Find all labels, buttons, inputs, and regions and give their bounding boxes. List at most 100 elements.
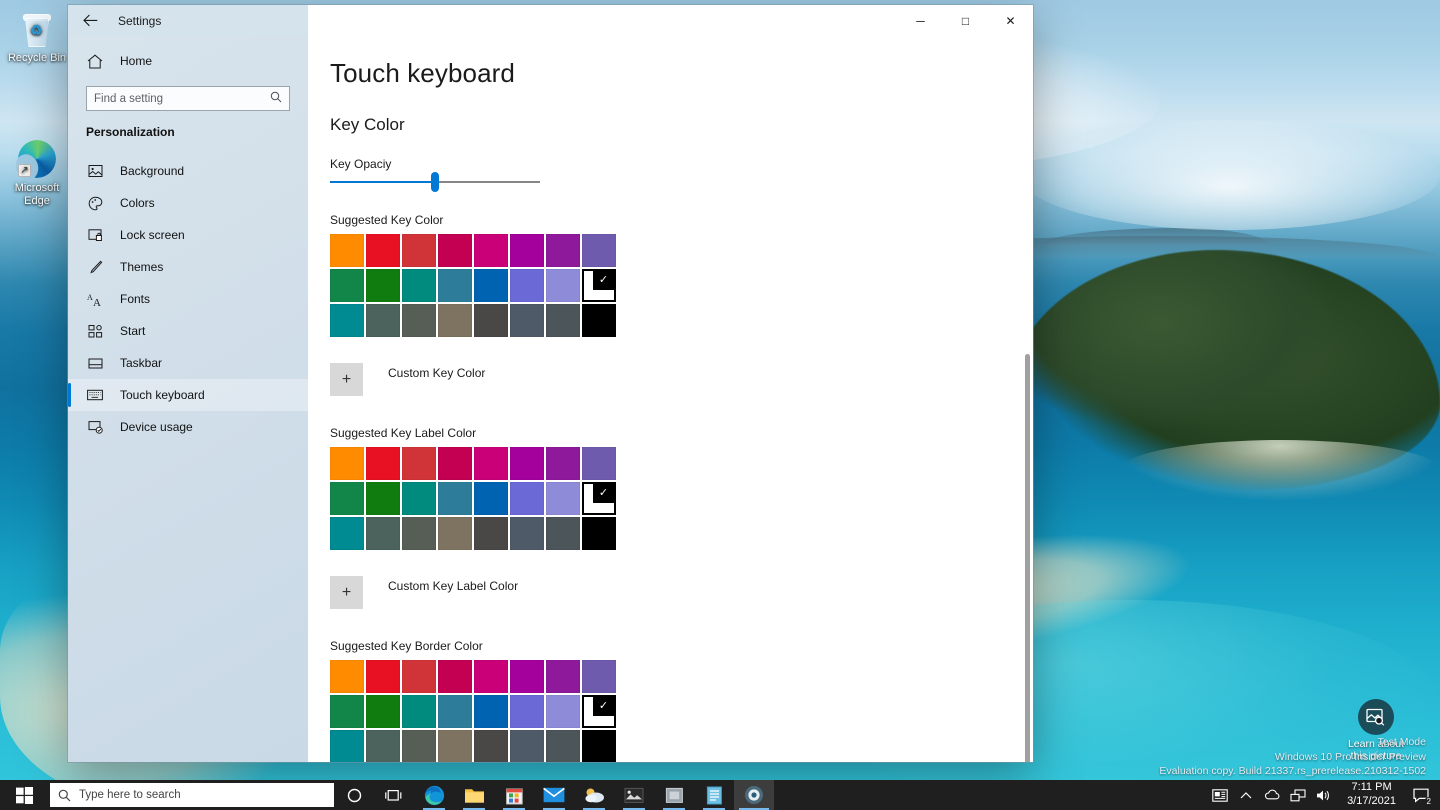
clock[interactable]: 7:11 PM 3/17/2021 (1337, 781, 1406, 809)
color-swatch[interactable] (582, 447, 616, 480)
sidebar-item-touch-keyboard[interactable]: Touch keyboard (68, 379, 308, 411)
color-swatch[interactable] (438, 234, 472, 267)
color-swatch[interactable] (402, 304, 436, 337)
color-swatch[interactable] (546, 660, 580, 693)
sidebar-item-device-usage[interactable]: Device usage (68, 411, 308, 443)
color-swatch[interactable] (474, 269, 508, 302)
color-swatch[interactable] (438, 660, 472, 693)
color-swatch[interactable] (330, 482, 364, 515)
color-swatch[interactable] (366, 304, 400, 337)
desktop-icon-microsoft-edge[interactable]: ↗ Microsoft Edge (0, 140, 74, 208)
color-swatch[interactable] (546, 482, 580, 515)
sidebar-item-home[interactable]: Home (68, 45, 308, 77)
taskbar-app-weather[interactable] (574, 780, 614, 810)
taskbar-app-edge[interactable] (414, 780, 454, 810)
notification-center-button[interactable]: 2 (1406, 780, 1436, 810)
taskbar-app-settings[interactable] (734, 780, 774, 810)
taskbar-app-file-explorer[interactable] (454, 780, 494, 810)
color-swatch[interactable] (402, 269, 436, 302)
color-swatch[interactable] (474, 234, 508, 267)
color-swatch[interactable] (546, 234, 580, 267)
taskbar-app-photos[interactable] (614, 780, 654, 810)
taskbar-app-notepad[interactable] (694, 780, 734, 810)
custom-key-color-button[interactable]: + (330, 363, 363, 396)
color-swatch[interactable] (330, 234, 364, 267)
color-swatch-selected[interactable] (582, 269, 616, 302)
content-scrollbar[interactable] (1020, 36, 1033, 762)
sidebar-item-lock-screen[interactable]: Lock screen (68, 219, 308, 251)
color-swatch[interactable] (402, 447, 436, 480)
taskbar-app-store[interactable] (494, 780, 534, 810)
network-icon[interactable] (1285, 780, 1311, 810)
search-input[interactable] (94, 92, 270, 105)
sidebar-item-taskbar[interactable]: Taskbar (68, 347, 308, 379)
color-swatch[interactable] (510, 269, 544, 302)
color-swatch[interactable] (438, 304, 472, 337)
taskbar-app-mail[interactable] (534, 780, 574, 810)
color-swatch[interactable] (366, 234, 400, 267)
color-swatch[interactable] (546, 695, 580, 728)
color-swatch[interactable] (474, 660, 508, 693)
color-swatch[interactable] (546, 304, 580, 337)
onedrive-icon[interactable] (1259, 780, 1285, 810)
desktop-icon-recycle-bin[interactable]: ♻ Recycle Bin (0, 14, 74, 65)
color-swatch[interactable] (402, 517, 436, 550)
color-swatch[interactable] (582, 304, 616, 337)
color-swatch[interactable] (510, 517, 544, 550)
color-swatch[interactable] (330, 304, 364, 337)
color-swatch[interactable] (402, 234, 436, 267)
taskbar-app-snipping-tool[interactable] (654, 780, 694, 810)
color-swatch[interactable] (582, 730, 616, 762)
color-swatch[interactable] (546, 447, 580, 480)
sidebar-item-background[interactable]: Background (68, 155, 308, 187)
color-swatch[interactable] (582, 517, 616, 550)
color-swatch[interactable] (366, 695, 400, 728)
color-swatch[interactable] (510, 730, 544, 762)
taskbar-search-box[interactable]: Type here to search (50, 783, 334, 807)
color-swatch[interactable] (330, 660, 364, 693)
start-button[interactable] (0, 780, 48, 810)
task-view-icon[interactable] (374, 780, 414, 810)
color-swatch[interactable] (366, 730, 400, 762)
color-swatch[interactable] (438, 269, 472, 302)
color-swatch[interactable] (330, 730, 364, 762)
color-swatch[interactable] (438, 447, 472, 480)
minimize-button[interactable]: ─ (898, 5, 943, 36)
color-swatch[interactable] (546, 269, 580, 302)
color-swatch[interactable] (474, 482, 508, 515)
color-swatch[interactable] (366, 482, 400, 515)
color-swatch[interactable] (474, 695, 508, 728)
color-swatch[interactable] (402, 482, 436, 515)
color-swatch[interactable] (366, 517, 400, 550)
sidebar-item-colors[interactable]: Colors (68, 187, 308, 219)
color-swatch[interactable] (546, 730, 580, 762)
title-bar-drag-area[interactable] (308, 5, 898, 36)
close-button[interactable]: ✕ (988, 5, 1033, 36)
cortana-icon[interactable] (334, 780, 374, 810)
color-swatch[interactable] (582, 660, 616, 693)
color-swatch[interactable] (330, 447, 364, 480)
color-swatch[interactable] (582, 234, 616, 267)
search-box[interactable] (86, 86, 290, 111)
color-swatch[interactable] (510, 234, 544, 267)
color-swatch[interactable] (438, 482, 472, 515)
color-swatch[interactable] (510, 447, 544, 480)
volume-icon[interactable] (1311, 780, 1337, 810)
color-swatch[interactable] (402, 695, 436, 728)
custom-key-label-color-button[interactable]: + (330, 576, 363, 609)
color-swatch[interactable] (474, 447, 508, 480)
color-swatch[interactable] (510, 482, 544, 515)
color-swatch[interactable] (402, 730, 436, 762)
color-swatch[interactable] (474, 730, 508, 762)
color-swatch[interactable] (438, 695, 472, 728)
color-swatch[interactable] (330, 517, 364, 550)
show-hidden-icons-chevron-up-icon[interactable] (1233, 780, 1259, 810)
color-swatch-selected[interactable] (582, 695, 616, 728)
color-swatch[interactable] (438, 517, 472, 550)
key-opacity-slider[interactable] (330, 172, 540, 192)
color-swatch[interactable] (366, 447, 400, 480)
color-swatch[interactable] (366, 269, 400, 302)
color-swatch[interactable] (474, 517, 508, 550)
maximize-button[interactable]: □ (943, 5, 988, 36)
slider-thumb[interactable] (431, 172, 439, 192)
